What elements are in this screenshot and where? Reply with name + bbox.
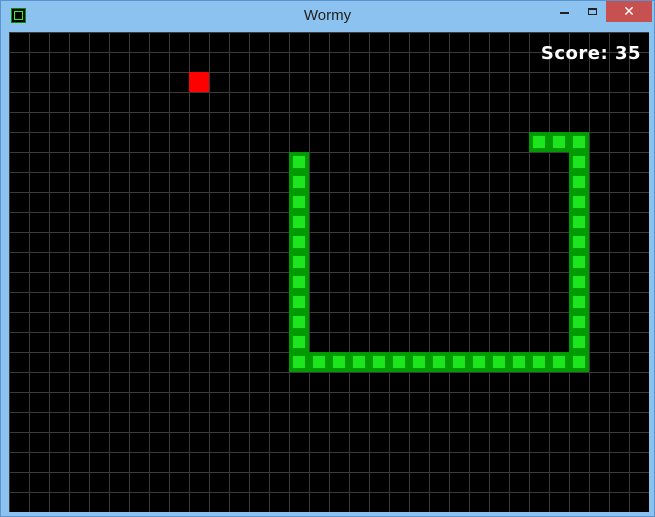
worm-head — [529, 132, 549, 152]
minimize-icon — [559, 12, 569, 14]
worm-segment — [569, 312, 589, 332]
game-window: Wormy ✕ Score: 35 — [0, 0, 655, 517]
worm-segment — [569, 192, 589, 212]
worm-segment — [309, 352, 329, 372]
title-bar[interactable]: Wormy ✕ — [1, 1, 654, 32]
worm-segment — [289, 332, 309, 352]
worm-segment — [289, 272, 309, 292]
worm-segment — [509, 352, 529, 372]
maximize-button[interactable] — [578, 1, 606, 22]
worm-segment — [409, 352, 429, 372]
close-button[interactable]: ✕ — [606, 1, 652, 22]
worm-segment — [289, 352, 309, 372]
worm-segment — [289, 312, 309, 332]
apple — [189, 72, 209, 92]
worm-segment — [569, 212, 589, 232]
worm-segment — [289, 152, 309, 172]
worm-segment — [529, 352, 549, 372]
game-board[interactable]: Score: 35 — [9, 32, 649, 512]
worm-segment — [569, 232, 589, 252]
worm-segment — [389, 352, 409, 372]
worm-segment — [549, 132, 569, 152]
worm-segment — [289, 172, 309, 192]
worm-segment — [569, 172, 589, 192]
worm-segment — [569, 252, 589, 272]
worm-segment — [569, 272, 589, 292]
worm-segment — [289, 292, 309, 312]
minimize-button[interactable] — [550, 1, 578, 22]
worm-segment — [289, 232, 309, 252]
worm-segment — [349, 352, 369, 372]
maximize-icon — [587, 8, 597, 15]
worm-segment — [569, 132, 589, 152]
worm-segment — [449, 352, 469, 372]
worm-segment — [429, 352, 449, 372]
worm-segment — [289, 212, 309, 232]
worm-segment — [289, 192, 309, 212]
worm-segment — [569, 292, 589, 312]
worm-segment — [369, 352, 389, 372]
worm-segment — [569, 152, 589, 172]
worm-segment — [569, 352, 589, 372]
worm-segment — [469, 352, 489, 372]
worm-segment — [289, 252, 309, 272]
worm-segment — [569, 332, 589, 352]
worm-segment — [329, 352, 349, 372]
score-display: Score: 35 — [540, 43, 641, 64]
worm-segment — [489, 352, 509, 372]
close-icon: ✕ — [623, 3, 635, 20]
worm-segment — [549, 352, 569, 372]
